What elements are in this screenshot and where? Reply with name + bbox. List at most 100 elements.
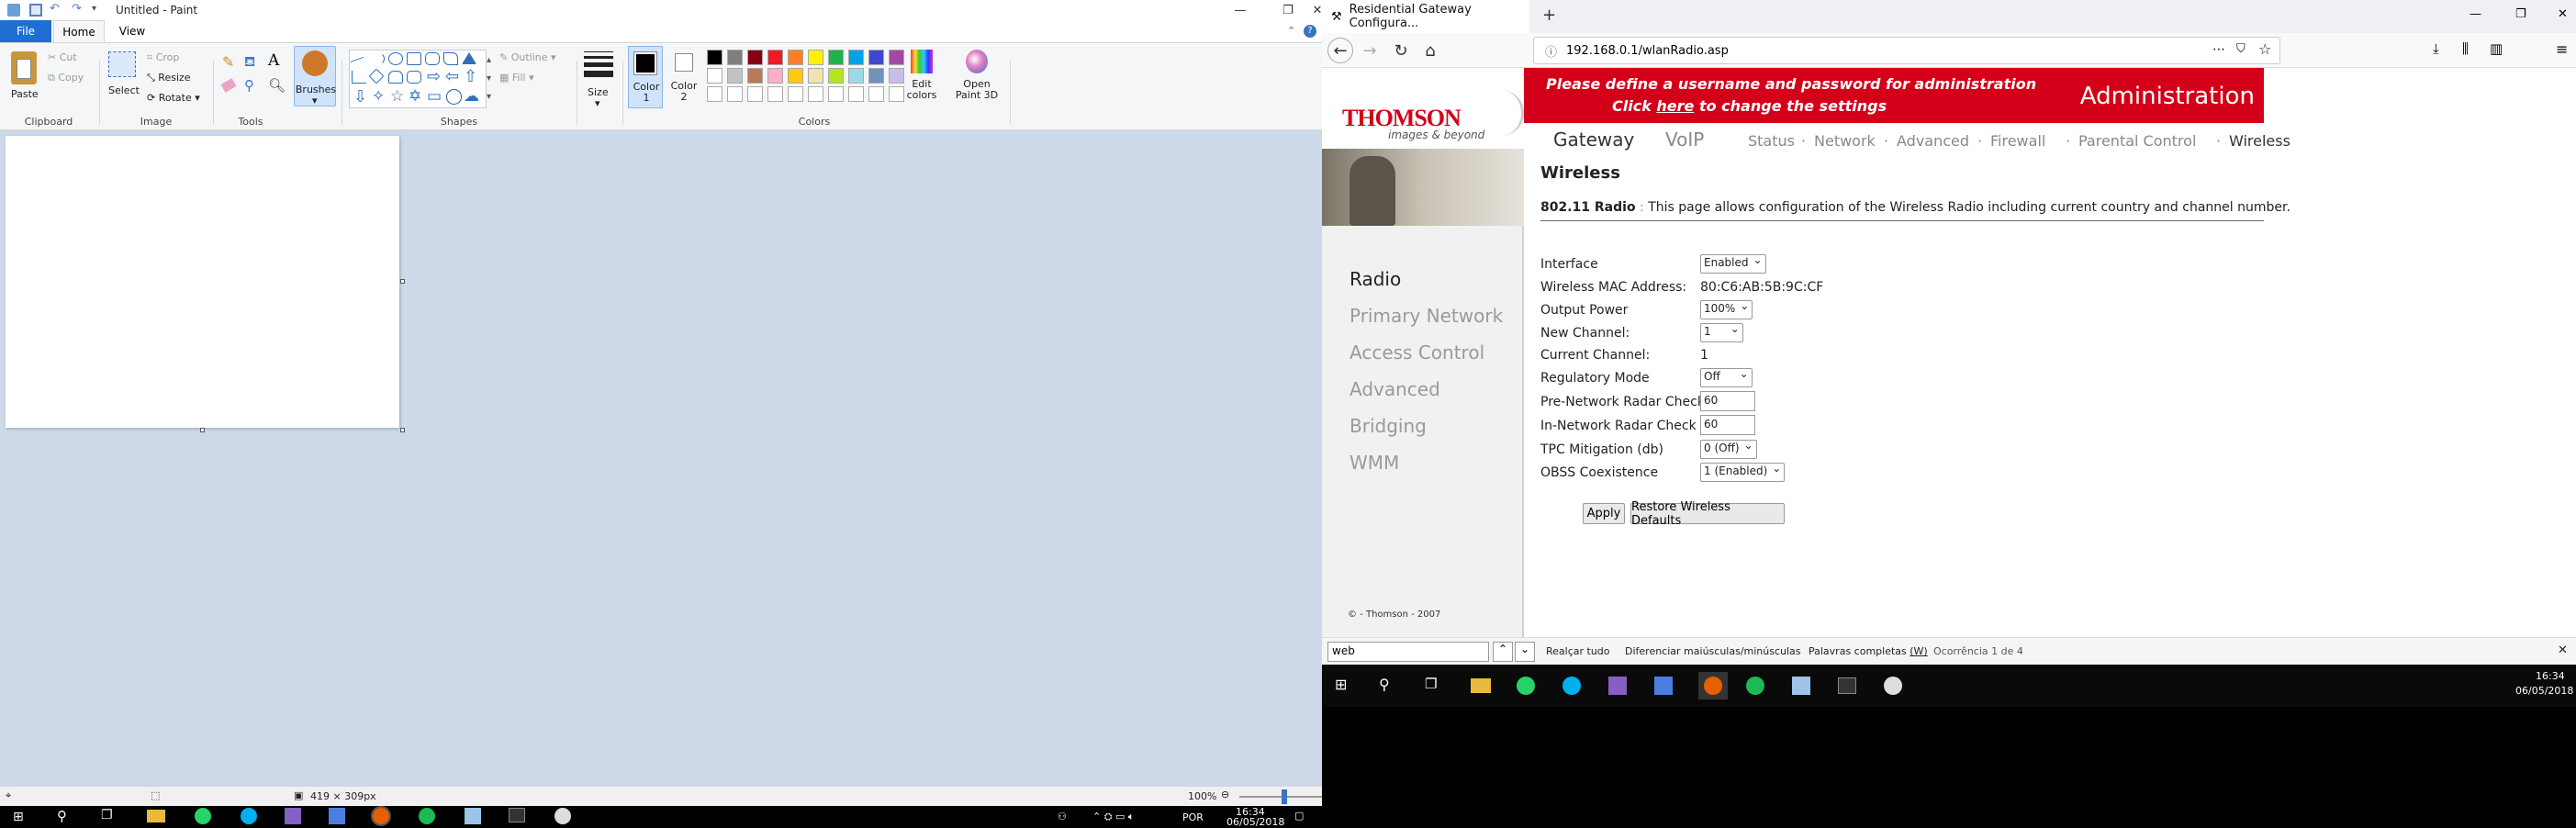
firefox-icon[interactable] xyxy=(371,806,391,826)
task-view-icon[interactable]: ❐ xyxy=(101,808,113,822)
match-case-toggle[interactable]: Diferenciar maiúsculas/minúsculas xyxy=(1625,645,1801,657)
paint-taskbar-icon[interactable] xyxy=(1792,677,1810,695)
paint-taskbar-icon[interactable] xyxy=(465,808,481,824)
downloads-icon[interactable]: ⤓ xyxy=(2433,40,2439,57)
regulatory-mode-select[interactable]: Off xyxy=(1700,367,1753,387)
down-arrow-shape-icon[interactable]: ⇩ xyxy=(353,87,367,106)
clock-time[interactable]: 16:34 xyxy=(2536,670,2565,682)
color-swatch[interactable] xyxy=(788,50,803,65)
color-swatch[interactable] xyxy=(767,86,783,102)
bookmark-star-icon[interactable]: ☆ xyxy=(2258,40,2271,58)
find-next-button[interactable]: ⌄ xyxy=(1515,642,1535,662)
left-arrow-shape-icon[interactable]: ⇦ xyxy=(445,67,459,86)
find-input[interactable]: web xyxy=(1327,642,1489,662)
forward-button[interactable]: → xyxy=(1357,37,1383,64)
color-swatch[interactable] xyxy=(848,50,864,65)
library-icon[interactable]: ⫼ xyxy=(2462,40,2469,57)
callout-oval-shape-icon[interactable]: ◯ xyxy=(445,87,463,106)
pencil-icon[interactable]: ✎ xyxy=(222,53,234,71)
color-swatch[interactable] xyxy=(727,68,743,84)
zoom-slider-thumb[interactable] xyxy=(1282,789,1287,804)
clock-date[interactable]: 06/05/2018 xyxy=(1226,816,1284,828)
window-close-icon[interactable]: ✕ xyxy=(2558,7,2568,21)
tab-home[interactable]: Home xyxy=(53,20,105,42)
color-swatch[interactable] xyxy=(727,86,743,102)
file-explorer-icon[interactable] xyxy=(1471,678,1491,693)
nav-status[interactable]: Status xyxy=(1748,132,1795,150)
page-actions-icon[interactable]: ⋯ xyxy=(2212,42,2225,57)
sidebar-item-radio[interactable]: Radio xyxy=(1350,268,1401,290)
canvas-resize-handle-right[interactable] xyxy=(400,279,405,284)
right-arrow-shape-icon[interactable]: ⇨ xyxy=(427,67,441,86)
color-swatch[interactable] xyxy=(747,50,763,65)
tab-file[interactable]: File xyxy=(0,20,51,42)
minimize-icon[interactable]: — xyxy=(1219,0,1261,20)
drawing-canvas[interactable] xyxy=(6,136,399,428)
open-paint3d-button[interactable]: Open Paint 3D xyxy=(951,48,1002,108)
visual-studio-icon[interactable] xyxy=(1608,677,1627,695)
undo-icon[interactable]: ↶ xyxy=(50,2,60,16)
color-swatch[interactable] xyxy=(828,50,844,65)
sidebar-item-primary-network[interactable]: Primary Network xyxy=(1350,305,1503,327)
canvas-resize-handle-bottom[interactable] xyxy=(200,428,205,432)
pre-network-radar-input[interactable]: 60 xyxy=(1700,391,1755,411)
tab-view[interactable]: View xyxy=(108,20,156,42)
restore-defaults-button[interactable]: Restore Wireless Defaults xyxy=(1630,500,1785,528)
nav-voip[interactable]: VoIP xyxy=(1665,129,1704,151)
fill-button[interactable]: ▦ Fill ▾ xyxy=(499,72,534,84)
obss-coexistence-select[interactable]: 1 (Enabled) xyxy=(1700,462,1786,482)
docs-icon[interactable] xyxy=(329,808,345,824)
hamburger-menu-icon[interactable]: ≡ xyxy=(2556,40,2568,58)
sidebar-item-advanced[interactable]: Advanced xyxy=(1350,378,1440,400)
nav-wireless[interactable]: Wireless xyxy=(2229,132,2290,150)
spotify-icon[interactable] xyxy=(419,808,435,824)
color-picker-icon[interactable]: ⚲ xyxy=(244,77,254,94)
up-arrow-shape-icon[interactable]: ⇧ xyxy=(464,67,477,86)
pentagon-shape-icon[interactable] xyxy=(388,71,403,84)
right-triangle-shape-icon[interactable] xyxy=(352,71,366,84)
start-icon[interactable]: ⊞ xyxy=(1335,676,1347,693)
color-swatch[interactable] xyxy=(747,86,763,102)
brushes-button[interactable]: Brushes ▾ xyxy=(294,46,336,106)
polygon-shape-icon[interactable] xyxy=(443,52,458,65)
sidebar-item-access-control[interactable]: Access Control xyxy=(1350,341,1484,364)
color-swatch[interactable] xyxy=(707,68,722,84)
color2-button[interactable]: Color 2 xyxy=(666,46,701,108)
nav-gateway[interactable]: Gateway xyxy=(1553,129,1634,151)
color-swatch[interactable] xyxy=(868,68,884,84)
shapes-scroll-icon[interactable]: ▴ ▾ ▾ xyxy=(487,51,491,106)
color-swatch[interactable] xyxy=(828,68,844,84)
interface-select[interactable]: Enabled xyxy=(1700,253,1766,274)
redo-icon[interactable]: ↷ xyxy=(72,2,82,16)
color-swatch[interactable] xyxy=(868,86,884,102)
diamond-shape-icon[interactable] xyxy=(368,68,385,84)
help-icon[interactable]: ? xyxy=(1304,25,1316,38)
window-restore-icon[interactable]: ❐ xyxy=(2515,7,2526,21)
site-info-icon[interactable]: ⓘ xyxy=(1545,42,1557,60)
color-swatch[interactable] xyxy=(808,68,823,84)
highlight-all-toggle[interactable]: Realçar tudo xyxy=(1546,645,1610,657)
color1-button[interactable]: Color 1 xyxy=(628,46,663,108)
close-icon[interactable]: ✕ xyxy=(1313,0,1323,20)
apply-button[interactable]: Apply xyxy=(1583,503,1625,524)
zoom-out-icon[interactable]: ⊖ xyxy=(1221,789,1229,800)
nav-network[interactable]: Network xyxy=(1814,132,1876,150)
start-icon[interactable]: ⊞ xyxy=(13,810,24,824)
skype-icon[interactable] xyxy=(1562,677,1581,695)
text-tool-icon[interactable]: A xyxy=(268,51,279,70)
curve-shape-icon[interactable] xyxy=(370,52,385,65)
four-point-star-shape-icon[interactable]: ✧ xyxy=(372,87,385,106)
color-swatch[interactable] xyxy=(707,86,722,102)
sharex-icon[interactable] xyxy=(1884,677,1902,695)
color-swatch[interactable] xyxy=(848,86,864,102)
file-explorer-icon[interactable] xyxy=(147,810,165,822)
new-channel-select[interactable]: 1 xyxy=(1700,322,1743,342)
size-icon[interactable] xyxy=(584,51,613,77)
ribbon-collapse-icon[interactable]: ⌃ xyxy=(1287,25,1295,37)
callout-rect-shape-icon[interactable]: ▭ xyxy=(427,87,442,106)
select-button[interactable]: Select xyxy=(108,84,140,96)
callout-cloud-shape-icon[interactable]: ☁ xyxy=(464,87,479,106)
tpc-mitigation-select[interactable]: 0 (Off) xyxy=(1700,439,1757,459)
rotate-button[interactable]: ⟳ Rotate ▾ xyxy=(147,92,200,104)
sidebar-item-bridging[interactable]: Bridging xyxy=(1350,415,1427,437)
